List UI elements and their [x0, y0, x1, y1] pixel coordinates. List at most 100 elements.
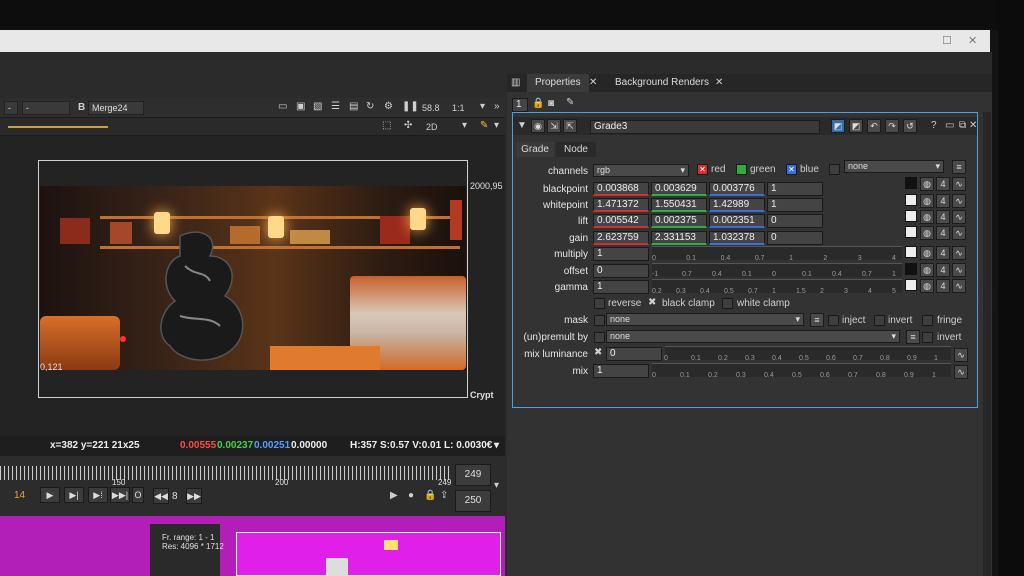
color-wheel-icon[interactable]: ◍	[920, 226, 934, 240]
transform-icon[interactable]: ✣	[404, 120, 412, 132]
gain-b-field[interactable]: 1.032378	[709, 231, 765, 245]
color-swatch[interactable]	[905, 246, 917, 258]
close-icon[interactable]: ✕	[969, 120, 977, 132]
play-button[interactable]: ▶	[40, 487, 60, 503]
color-wheel-icon[interactable]: ◍	[920, 210, 934, 224]
input-icon[interactable]: ⇲	[547, 119, 561, 133]
next-key-button[interactable]: ▶⁞	[88, 487, 108, 503]
tab-background-renders[interactable]: Background Renders	[607, 74, 717, 92]
brush-icon[interactable]: ✎	[480, 120, 488, 132]
chevron-down-icon[interactable]: ▾	[462, 120, 467, 132]
popout-icon[interactable]: ⧉	[959, 120, 966, 132]
tab-node[interactable]: Node	[556, 142, 596, 157]
channels-select[interactable]: rgb	[593, 164, 689, 177]
pen-icon[interactable]: ✎	[566, 97, 574, 109]
step-forward-button[interactable]: ▶|	[64, 487, 84, 503]
panel-menu-icon[interactable]: ▥	[511, 77, 520, 89]
blue-checkbox[interactable]: ✕	[786, 164, 797, 175]
mask-select[interactable]: none	[606, 313, 804, 326]
chevron-down-icon[interactable]: ▾	[494, 120, 499, 132]
lift-a-field[interactable]: 0	[767, 214, 823, 228]
properties-scrollbar[interactable]	[983, 112, 991, 576]
timeline-ruler[interactable]	[0, 466, 450, 480]
inject-checkbox[interactable]	[828, 315, 839, 326]
reverse-checkbox[interactable]	[594, 298, 605, 309]
pause-icon[interactable]: ❚❚	[402, 101, 419, 113]
preset-icon[interactable]: ◩	[849, 119, 863, 133]
gain-g-field[interactable]: 2.331153	[651, 231, 707, 245]
menu-icon[interactable]: ≡	[952, 160, 966, 174]
close-icon[interactable]: ✕	[968, 34, 977, 47]
channel-count[interactable]: 4	[936, 279, 950, 293]
node-thumbnail[interactable]	[326, 558, 348, 576]
b-select[interactable]: Merge24	[88, 101, 144, 115]
a-input-select[interactable]: -	[4, 101, 18, 115]
blackpoint-r-field[interactable]: 0.003868	[593, 182, 649, 196]
expand-icon[interactable]: »	[494, 101, 500, 113]
channel-count[interactable]: 4	[936, 263, 950, 277]
mask-invert-checkbox[interactable]	[874, 315, 885, 326]
node-graph[interactable]: Fr. range: 1 - 1 Res: 4096 * 1712	[0, 516, 505, 576]
color-swatch[interactable]	[905, 194, 917, 206]
color-swatch[interactable]	[905, 210, 917, 222]
maximize-icon[interactable]: ☐	[942, 34, 952, 47]
mix-luminance-check[interactable]: ✖	[594, 347, 602, 359]
tab-properties[interactable]: Properties	[527, 74, 589, 92]
mix-luminance-field[interactable]: 0	[606, 347, 662, 361]
color-swatch[interactable]	[905, 279, 917, 291]
multiply-field[interactable]: 1	[593, 247, 649, 261]
curve-icon[interactable]: ∿	[952, 226, 966, 240]
crop-icon[interactable]: ⬚	[382, 120, 391, 132]
lock-icon[interactable]: 🔒	[532, 98, 544, 110]
zoom-value[interactable]: 58.8	[422, 102, 440, 114]
color-wheel-icon[interactable]: ◍	[920, 246, 934, 260]
ratio-value[interactable]: 1:1	[452, 102, 465, 114]
curve-icon[interactable]: ∿	[952, 263, 966, 277]
gain-slider[interactable]	[8, 126, 108, 128]
play-icon[interactable]: ▶	[390, 490, 398, 502]
color-wheel-icon[interactable]: ◍	[920, 194, 934, 208]
revert-icon[interactable]: ↺	[903, 119, 917, 133]
color-swatch[interactable]	[905, 263, 917, 275]
last-frame-button[interactable]: ▶▶|	[110, 487, 130, 503]
help-icon[interactable]: ?	[931, 120, 937, 132]
lift-b-field[interactable]: 0.002351	[709, 214, 765, 228]
gain-r-field[interactable]: 2.623759	[593, 231, 649, 245]
offset-field[interactable]: 0	[593, 264, 649, 278]
view-mode[interactable]: 2D	[426, 121, 438, 133]
node-name-field[interactable]: Grade3	[590, 120, 820, 134]
curve-icon[interactable]: ∿	[954, 365, 968, 379]
camera-icon[interactable]: ◙	[548, 98, 554, 110]
curve-icon[interactable]: ∿	[952, 210, 966, 224]
output-icon[interactable]: ⇱	[563, 119, 577, 133]
whitepoint-g-field[interactable]: 1.550431	[651, 198, 707, 212]
menu-icon[interactable]: ≡	[906, 330, 920, 344]
step-back-button[interactable]: ◀◀	[153, 488, 169, 504]
node-box[interactable]	[384, 540, 398, 550]
close-icon[interactable]: ✕	[589, 77, 597, 89]
gain-a-field[interactable]: 0	[767, 231, 823, 245]
curve-icon[interactable]: ∿	[952, 246, 966, 260]
channel-count[interactable]: 4	[936, 210, 950, 224]
curve-icon[interactable]: ∿	[952, 194, 966, 208]
color-mode-icon[interactable]: ◩	[831, 119, 845, 133]
refresh-icon[interactable]: ↻	[366, 101, 374, 113]
lock-icon[interactable]: 🔒	[424, 490, 436, 502]
unpremult-checkbox[interactable]	[594, 332, 605, 343]
stripes-icon[interactable]: ▧	[313, 101, 322, 113]
whitepoint-b-field[interactable]: 1.42989	[709, 198, 765, 212]
chevron-down-icon[interactable]: ▾	[494, 436, 499, 456]
settings-icon[interactable]: ⚙	[384, 101, 393, 113]
color-wheel-icon[interactable]: ◍	[920, 263, 934, 277]
roi-icon[interactable]: ▭	[278, 101, 287, 113]
node-count[interactable]: 1	[512, 98, 528, 112]
color-wheel-icon[interactable]: ◍	[920, 279, 934, 293]
blackpoint-b-field[interactable]: 0.003776	[709, 182, 765, 196]
step-value[interactable]: 8	[172, 491, 178, 502]
red-checkbox[interactable]: ✕	[697, 164, 708, 175]
channel-count[interactable]: 4	[936, 177, 950, 191]
green-checkbox[interactable]	[736, 164, 747, 175]
frame-icon[interactable]: ▣	[296, 101, 305, 113]
color-swatch[interactable]	[905, 226, 917, 238]
current-frame[interactable]: 14	[14, 490, 25, 501]
